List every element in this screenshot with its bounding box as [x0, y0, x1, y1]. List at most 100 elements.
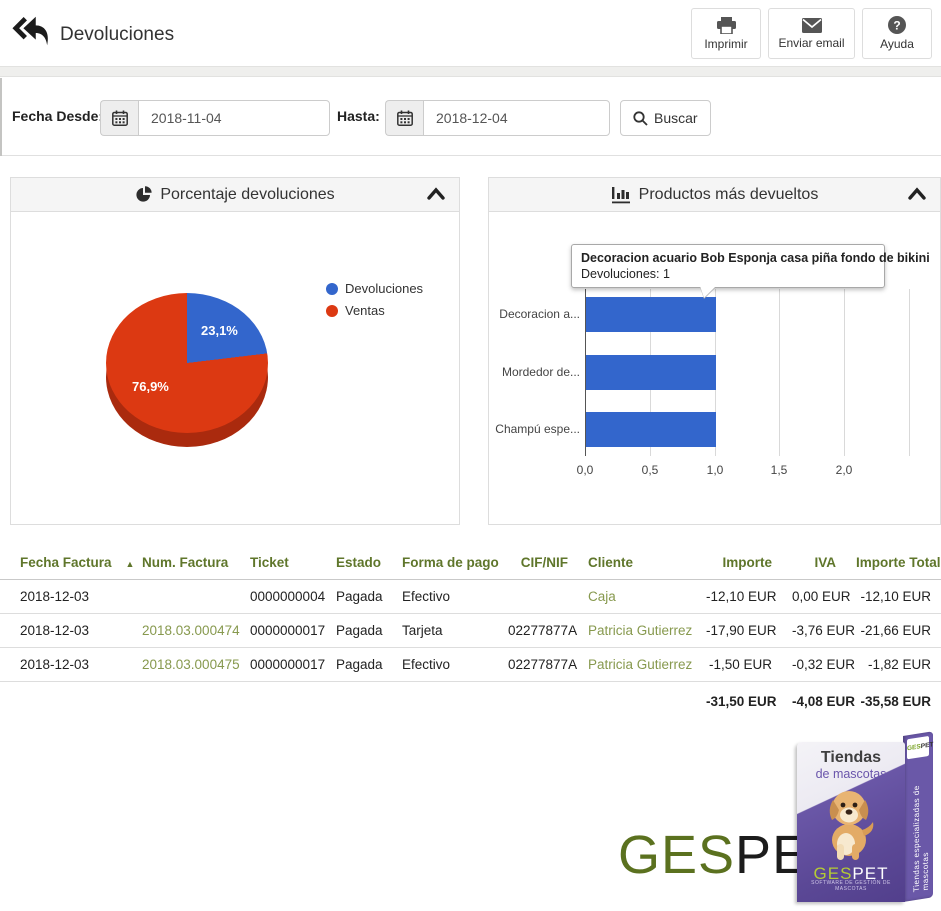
col-importe-total[interactable]: Importe Total [846, 546, 941, 580]
gespet-logo-ges: GES [618, 825, 735, 885]
cell-iva: -3,76 EUR [782, 614, 846, 648]
col-cifnif[interactable]: CIF/NIF [498, 546, 578, 580]
puppy-image [819, 784, 883, 862]
cell-importe-total: -12,10 EUR [846, 580, 941, 614]
search-button[interactable]: Buscar [620, 100, 711, 136]
totals-row: -31,50 EUR -4,08 EUR -35,58 EUR [0, 682, 941, 719]
pie-panel-header[interactable]: Porcentaje devoluciones [11, 178, 459, 212]
svg-text:?: ? [893, 18, 900, 32]
bar-panel-title: Productos más devueltos [639, 186, 819, 204]
col-iva[interactable]: IVA [782, 546, 846, 580]
gridline [779, 289, 780, 456]
pie-slice-label-devoluciones: 23,1% [201, 323, 238, 338]
date-to-label: Hasta: [337, 108, 380, 124]
pie-graphic[interactable] [106, 293, 268, 433]
sort-asc-icon: ▲ [126, 559, 135, 569]
x-tick-label: 0,0 [565, 463, 605, 477]
cell-forma-pago: Efectivo [392, 580, 498, 614]
pie-legend: Devoluciones Ventas [326, 281, 423, 325]
gridline [844, 289, 845, 456]
cell-estado: Pagada [326, 614, 392, 648]
gridline [909, 289, 910, 456]
cell-estado: Pagada [326, 648, 392, 682]
legend-item-ventas: Ventas [326, 303, 423, 318]
cell-cliente-link[interactable]: Patricia Gutierrez [578, 614, 696, 648]
cell-importe-total: -1,82 EUR [846, 648, 941, 682]
legend-label: Ventas [345, 303, 385, 318]
pie-chart-icon [135, 186, 152, 203]
collapse-up-icon[interactable] [427, 187, 445, 200]
col-estado[interactable]: Estado [326, 546, 392, 580]
bar-panel-header[interactable]: Productos más devueltos [489, 178, 940, 212]
col-importe[interactable]: Importe [696, 546, 782, 580]
cell-cifnif [498, 580, 578, 614]
product-box-brand-sub: SOFTWARE DE GESTIÓN DE MASCOTAS [797, 880, 905, 892]
search-icon [633, 111, 648, 126]
col-forma-pago[interactable]: Forma de pago [392, 546, 498, 580]
legend-swatch-red [326, 305, 338, 317]
product-box-title: Tiendas [797, 749, 905, 767]
cell-fecha: 2018-12-03 [0, 648, 132, 682]
product-box-side: GESPET Tiendas especializadas de mascota… [903, 731, 933, 902]
cell-iva: 0,00 EUR [782, 580, 846, 614]
calendar-icon [112, 110, 128, 126]
table-row[interactable]: 2018-12-03 2018.03.000475 0000000017 Pag… [0, 648, 941, 682]
bar-category-label: Champú espe... [491, 422, 580, 436]
date-from-calendar-button[interactable] [100, 100, 138, 136]
printer-icon [717, 17, 736, 34]
help-button[interactable]: ? Ayuda [862, 8, 932, 59]
col-num-factura[interactable]: Num. Factura [132, 546, 240, 580]
send-email-button-label: Enviar email [778, 36, 844, 50]
bar[interactable] [586, 412, 716, 447]
table-row[interactable]: 2018-12-03 2018.03.000474 0000000017 Pag… [0, 614, 941, 648]
toolbar: Imprimir Enviar email ? Ayuda [691, 8, 932, 59]
envelope-icon [802, 18, 822, 33]
tooltip-title: Decoracion acuario Bob Esponja casa piña… [581, 251, 875, 265]
collapse-up-icon[interactable] [908, 187, 926, 200]
date-from-input[interactable] [138, 100, 330, 136]
print-button-label: Imprimir [704, 37, 747, 51]
filter-accent-line [0, 78, 2, 156]
legend-swatch-blue [326, 283, 338, 295]
cell-fecha: 2018-12-03 [0, 614, 132, 648]
table-header-row: Fecha Factura▲ Num. Factura Ticket Estad… [0, 546, 941, 580]
date-to-calendar-button[interactable] [385, 100, 423, 136]
total-importe: -31,50 EUR [696, 682, 782, 719]
send-email-button[interactable]: Enviar email [768, 8, 855, 59]
date-from-group [100, 100, 330, 136]
bar[interactable] [586, 355, 716, 390]
product-box-side-brand: GESPET [907, 736, 929, 759]
x-tick-label: 0,5 [630, 463, 670, 477]
pie-slice-label-ventas: 76,9% [132, 379, 169, 394]
table-row[interactable]: 2018-12-03 0000000004 Pagada Efectivo Ca… [0, 580, 941, 614]
print-button[interactable]: Imprimir [691, 8, 761, 59]
cell-num-factura-link[interactable]: 2018.03.000474 [132, 614, 240, 648]
cell-importe-total: -21,66 EUR [846, 614, 941, 648]
cell-num-factura-link[interactable]: 2018.03.000475 [132, 648, 240, 682]
returns-table: Fecha Factura▲ Num. Factura Ticket Estad… [0, 546, 941, 718]
bar-chart-icon [611, 186, 631, 204]
col-cliente[interactable]: Cliente [578, 546, 696, 580]
pie-panel: Porcentaje devoluciones Devoluciones Ven… [10, 177, 460, 525]
bar-plot-area [585, 289, 909, 456]
legend-item-devoluciones: Devoluciones [326, 281, 423, 296]
header-divider-band [0, 66, 941, 77]
bar[interactable] [586, 297, 716, 332]
date-from-label: Fecha Desde: [12, 108, 103, 124]
tooltip-pointer [700, 286, 716, 298]
total-importe-total: -35,58 EUR [846, 682, 941, 719]
date-to-input[interactable] [423, 100, 610, 136]
col-fecha-factura[interactable]: Fecha Factura▲ [0, 546, 132, 580]
cell-estado: Pagada [326, 580, 392, 614]
cell-cifnif: 02277877A [498, 614, 578, 648]
cell-cliente-link[interactable]: Caja [578, 580, 696, 614]
cell-cliente-link[interactable]: Patricia Gutierrez [578, 648, 696, 682]
cell-fecha: 2018-12-03 [0, 580, 132, 614]
bar-panel: Productos más devueltos Decoracion a... … [488, 177, 941, 525]
page-title: Devoluciones [60, 24, 174, 46]
product-box-subtitle: de mascotas [797, 767, 905, 781]
pie-panel-title: Porcentaje devoluciones [160, 186, 334, 204]
back-icon[interactable] [12, 13, 50, 51]
help-button-label: Ayuda [880, 37, 914, 51]
col-ticket[interactable]: Ticket [240, 546, 326, 580]
